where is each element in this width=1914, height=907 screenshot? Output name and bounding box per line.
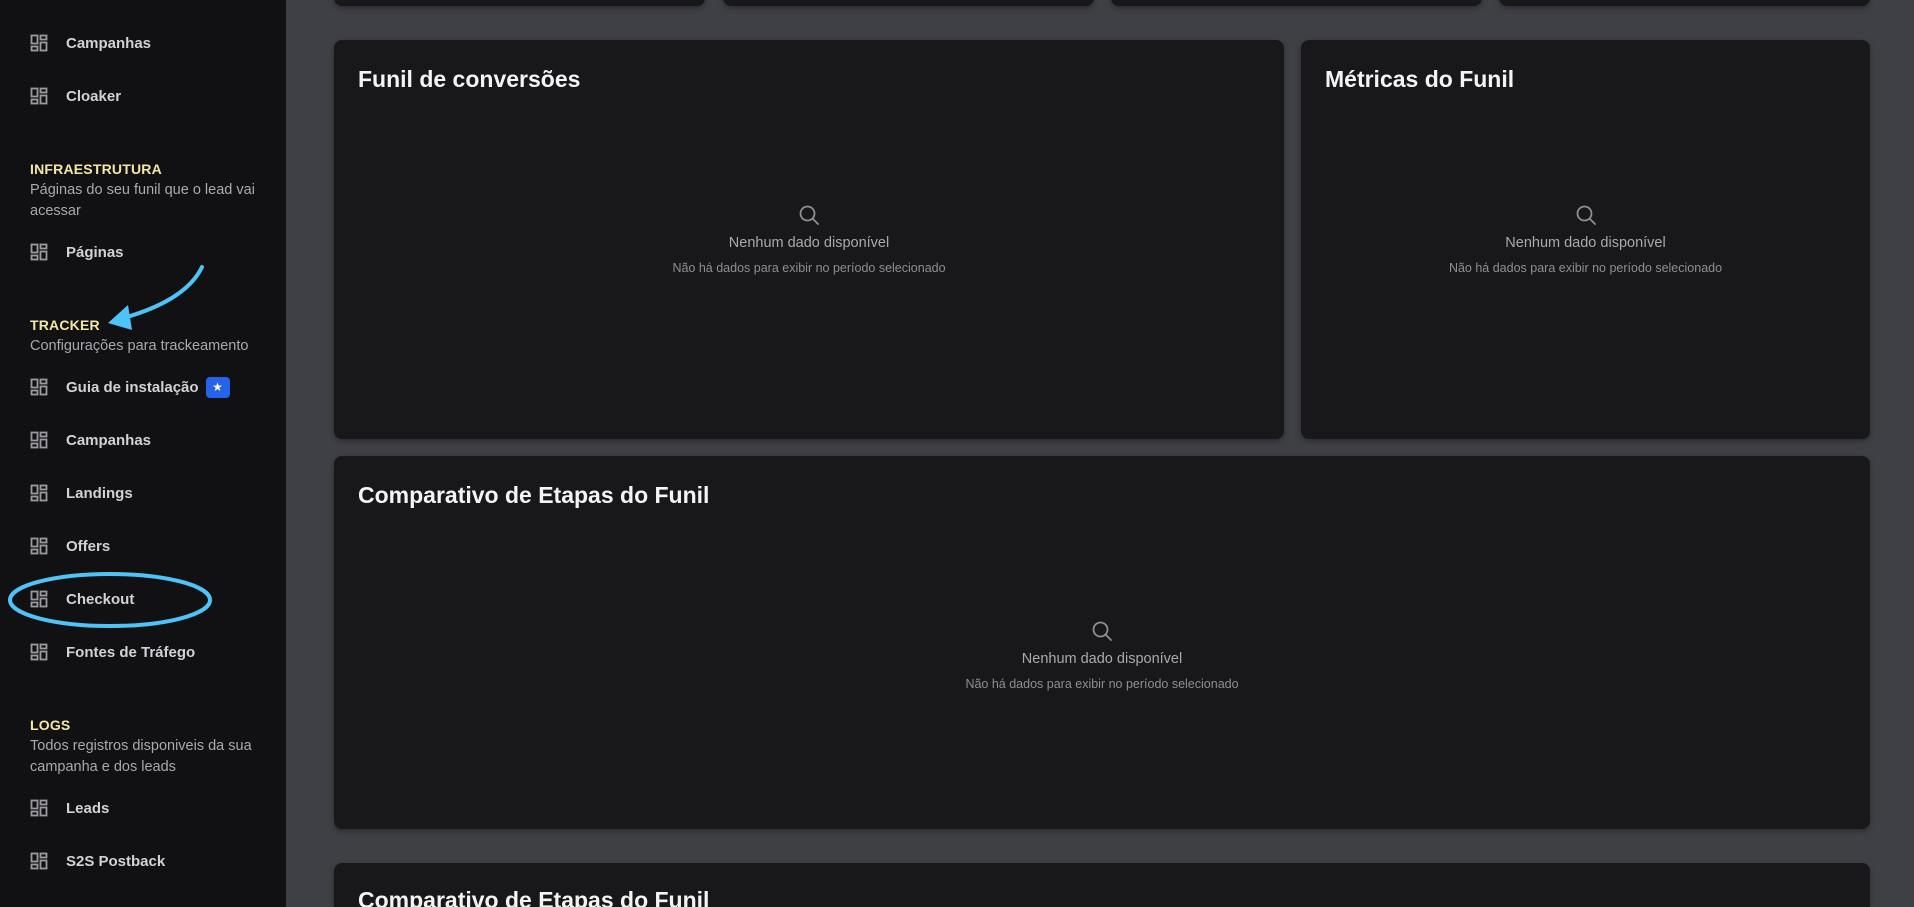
- section-description: Páginas do seu funil que o lead vai aces…: [30, 182, 255, 219]
- empty-state: Nenhum dado disponível Não há dados para…: [334, 204, 1284, 275]
- stat-card: [334, 0, 705, 6]
- dashboard-icon: [30, 590, 48, 608]
- star-badge: ★: [205, 376, 230, 398]
- sidebar-item-label: Páginas: [66, 243, 124, 261]
- funnel-stages-comparison-card-2: Comparativo de Etapas do Funil: [334, 863, 1870, 907]
- dashboard-icon: [30, 799, 48, 817]
- card-title: Funil de conversões: [358, 66, 581, 92]
- empty-subtitle: Não há dados para exibir no período sele…: [1448, 261, 1723, 275]
- search-icon: [1092, 621, 1112, 641]
- funnel-stages-comparison-card: Comparativo de Etapas do Funil Nenhum da…: [334, 456, 1870, 829]
- funnel-metrics-card: Métricas do Funil Nenhum dado disponível…: [1301, 40, 1870, 439]
- sidebar-item-label: Cloaker: [66, 87, 122, 105]
- dashboard-icon: [30, 484, 48, 502]
- funnel-conversions-card: Funil de conversões Nenhum dado disponív…: [334, 40, 1284, 439]
- dashboard-icon: [30, 537, 48, 555]
- stat-card: [1111, 0, 1482, 6]
- card-title: Comparativo de Etapas do Funil: [358, 482, 710, 508]
- section-title-infraestrutura: INFRAESTRUTURA: [30, 161, 162, 177]
- sidebar: Campanhas Cloaker INFRAESTRUTURA Páginas…: [0, 0, 286, 907]
- sidebar-item-label: Leads: [66, 799, 110, 817]
- sidebar-item-offers[interactable]: Offers: [30, 534, 110, 558]
- sidebar-item-cloaker[interactable]: Cloaker: [30, 84, 121, 108]
- sidebar-item-label: Guia de instalação: [66, 378, 199, 396]
- sidebar-item-checkout[interactable]: Checkout: [30, 587, 134, 611]
- section-description: Todos registros disponiveis da sua campa…: [30, 738, 252, 775]
- dashboard-icon: [30, 852, 48, 870]
- dashboard-icon: [30, 378, 48, 396]
- dashboard-icon: [30, 87, 48, 105]
- sidebar-item-label: Campanhas: [66, 431, 152, 449]
- section-title-logs: LOGS: [30, 717, 71, 733]
- sidebar-item-paginas[interactable]: Páginas: [30, 240, 124, 264]
- stat-card: [723, 0, 1094, 6]
- sidebar-item-label: Campanhas: [66, 34, 152, 52]
- sidebar-item-campanhas[interactable]: Campanhas: [30, 31, 151, 55]
- empty-subtitle: Não há dados para exibir no período sele…: [965, 677, 1239, 691]
- section-description: Configurações para trackeamento: [30, 338, 249, 354]
- empty-title: Nenhum dado disponível: [1021, 651, 1183, 667]
- sidebar-item-label: S2S Postback: [66, 852, 166, 870]
- search-icon: [1576, 205, 1596, 225]
- dashboard-icon: [30, 34, 48, 52]
- dashboard-icon: [30, 243, 48, 261]
- sidebar-item-label: Landings: [66, 484, 133, 502]
- empty-title: Nenhum dado disponível: [728, 235, 890, 251]
- stat-card: [1499, 0, 1870, 6]
- empty-subtitle: Não há dados para exibir no período sele…: [672, 261, 946, 275]
- dashboard-icon: [30, 643, 48, 661]
- empty-state: Nenhum dado disponível Não há dados para…: [1301, 204, 1870, 275]
- empty-title: Nenhum dado disponível: [1505, 235, 1666, 251]
- sidebar-item-guia-de-instalacao[interactable]: Guia de instalação ★: [30, 375, 230, 399]
- sidebar-item-label: Offers: [66, 537, 111, 555]
- sidebar-item-label: Checkout: [66, 590, 135, 608]
- card-title: Comparativo de Etapas do Funil: [358, 887, 710, 907]
- sidebar-item-campanhas-tracker[interactable]: Campanhas: [30, 428, 151, 452]
- sidebar-item-fontes-de-trafego[interactable]: Fontes de Tráfego: [30, 640, 195, 664]
- empty-state: Nenhum dado disponível Não há dados para…: [334, 620, 1870, 691]
- section-title-tracker: TRACKER: [30, 317, 100, 333]
- search-icon: [799, 205, 819, 225]
- sidebar-item-landings[interactable]: Landings: [30, 481, 133, 505]
- sidebar-item-s2s-postback[interactable]: S2S Postback: [30, 849, 165, 873]
- card-title: Métricas do Funil: [1325, 66, 1515, 92]
- sidebar-item-leads[interactable]: Leads: [30, 796, 109, 820]
- sidebar-item-label: Fontes de Tráfego: [66, 643, 196, 661]
- dashboard-icon: [30, 431, 48, 449]
